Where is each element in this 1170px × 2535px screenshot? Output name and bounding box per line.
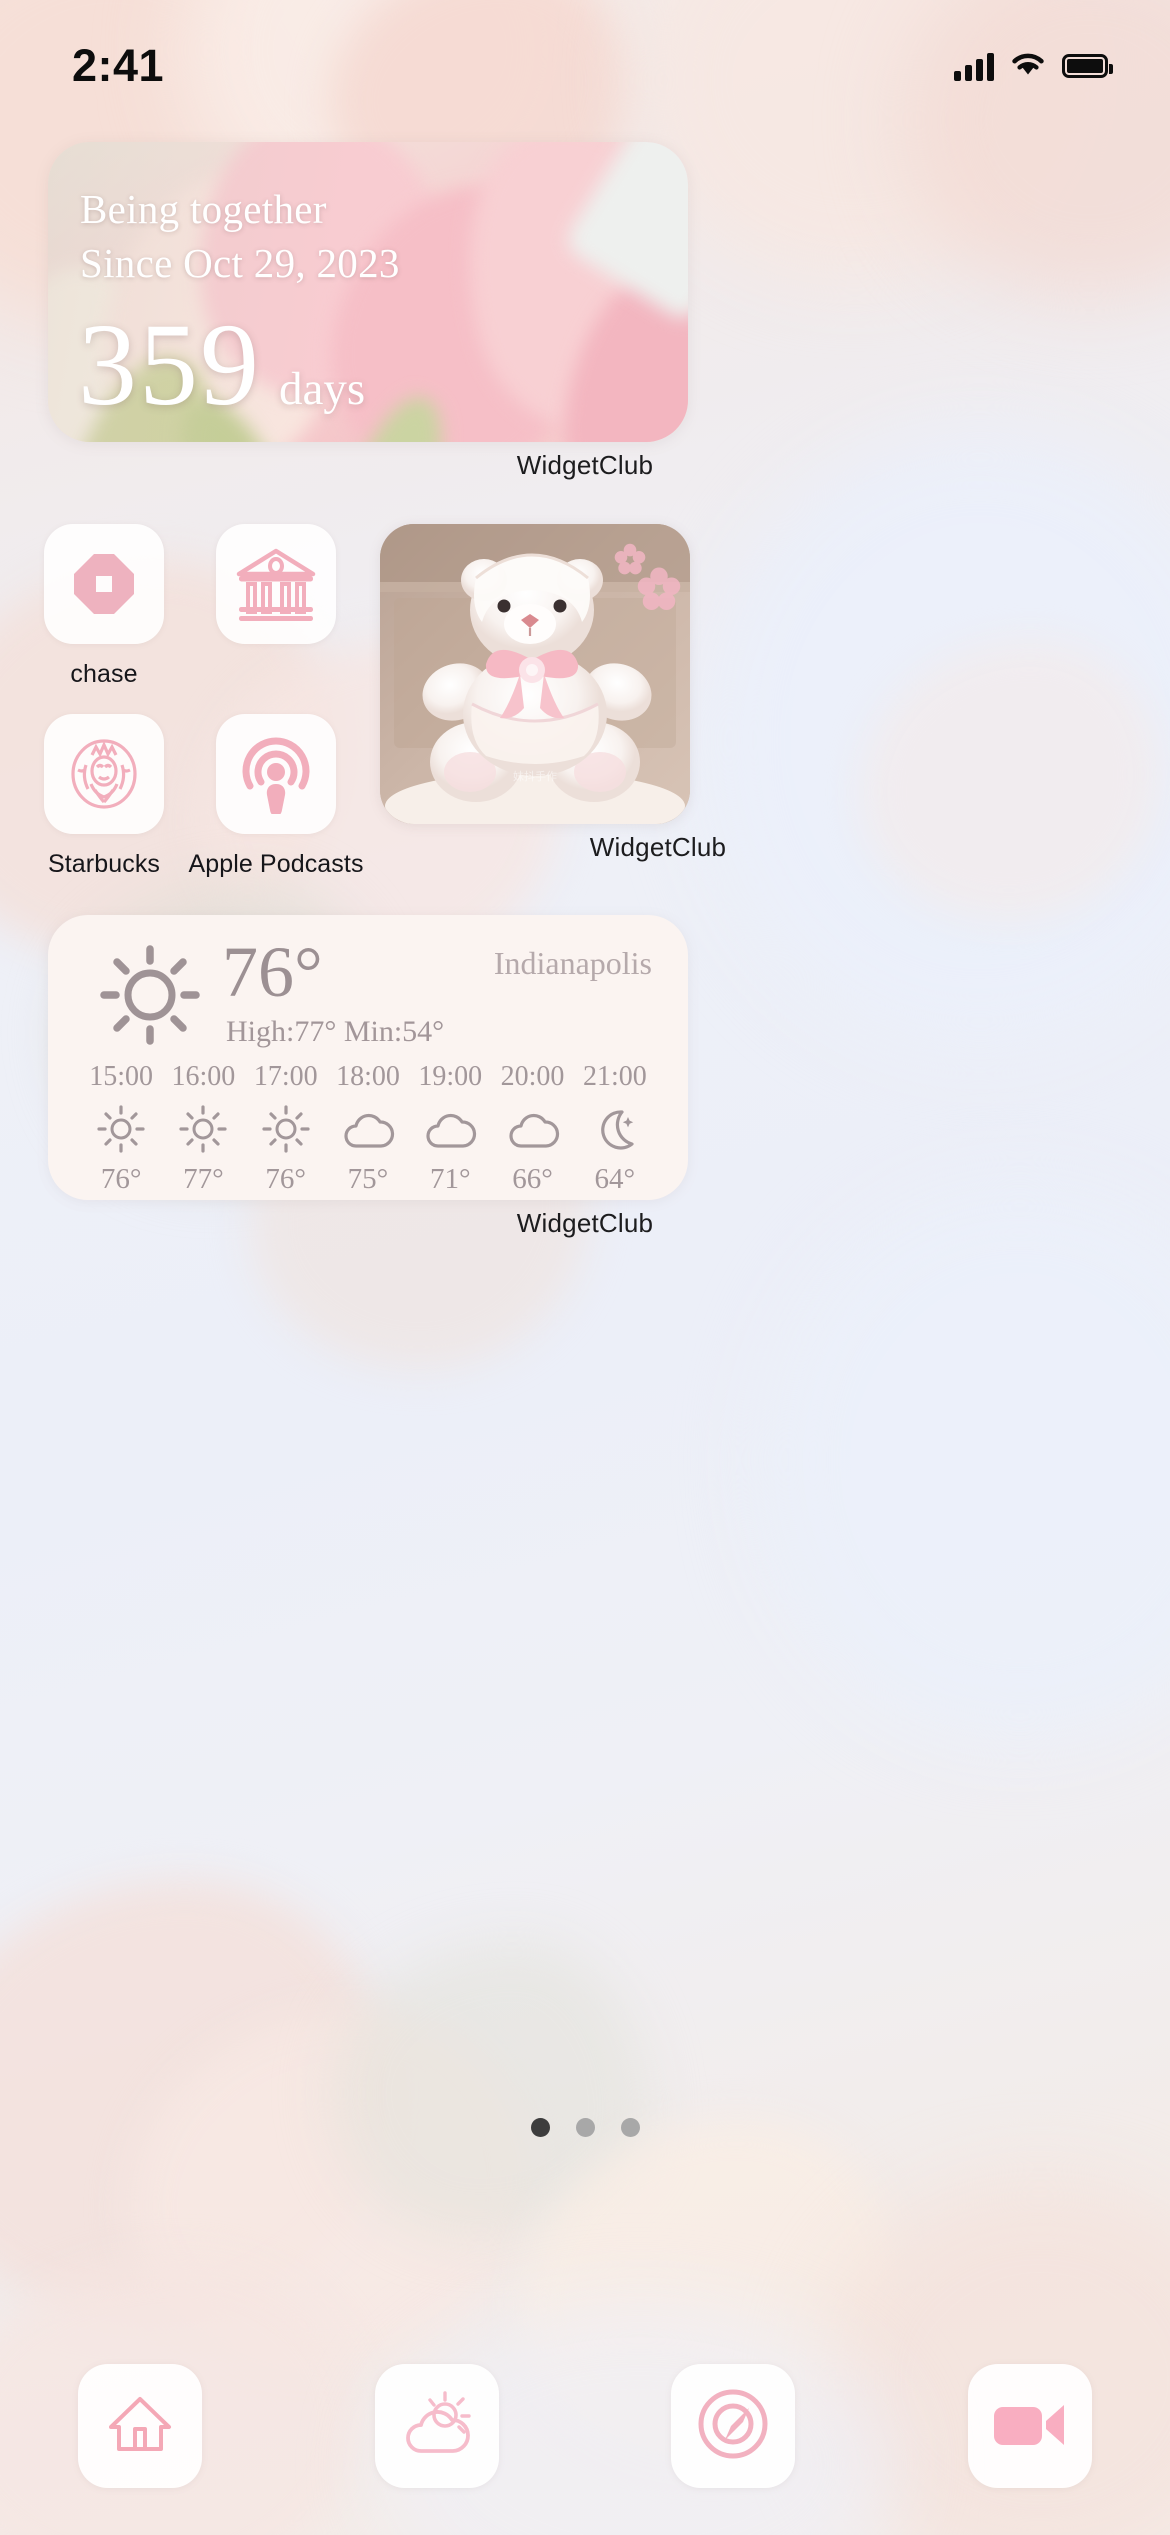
starbucks-siren-icon: [44, 714, 164, 834]
weather-city: Indianapolis: [493, 945, 652, 981]
countdown-title-line2: Since Oct 29, 2023: [80, 240, 400, 287]
dock-item-home[interactable]: [78, 2364, 202, 2488]
weather-widget-caption: WidgetClub: [516, 1208, 654, 1238]
page-dot-3[interactable]: [620, 2118, 640, 2137]
teddy-bear-photo: 妹抖手作: [380, 524, 690, 824]
podcasts-icon: [216, 714, 336, 834]
countdown-widget-caption: WidgetClub: [516, 450, 654, 480]
weather-high-low: High:77° Min:54°: [226, 1015, 445, 1048]
cloud-icon: [491, 1101, 573, 1157]
wifi-icon: [1010, 50, 1046, 83]
forecast-hour: 21:00 64°: [574, 1061, 656, 1196]
forecast-time: 18:00: [336, 1061, 400, 1092]
forecast-temp: 76°: [265, 1163, 306, 1195]
weather-current: 76° High:77° Min:54° Indianapolis: [74, 932, 662, 1052]
dock-item-weather[interactable]: [374, 2364, 499, 2488]
forecast-hour: 15:00 76°: [80, 1061, 162, 1196]
app-icon-bank[interactable]: [176, 524, 376, 660]
cloud-icon: [327, 1101, 409, 1157]
forecast-time: 21:00: [582, 1061, 647, 1092]
battery-full-icon: [1062, 54, 1113, 78]
home-screen: Being together Since Oct 29, 2023 359 da…: [0, 0, 1170, 2535]
page-indicator[interactable]: [0, 2118, 1170, 2137]
forecast-temp: 71°: [429, 1163, 471, 1195]
sun-icon: [80, 1101, 162, 1157]
forecast-time: 19:00: [418, 1061, 483, 1092]
compass-icon: [695, 2386, 771, 2467]
svg-text:妹抖手作: 妹抖手作: [513, 769, 557, 783]
forecast-hour: 17:00 76°: [245, 1061, 327, 1196]
forecast-hour: 20:00 66°: [491, 1061, 573, 1196]
bank-building-icon: [216, 524, 336, 644]
chase-octagon-icon: [44, 524, 164, 644]
sun-icon: [162, 1101, 244, 1157]
forecast-hour: 16:00 77°: [162, 1061, 244, 1196]
video-camera-icon: [992, 2397, 1068, 2456]
dock-item-safari[interactable]: [671, 2364, 796, 2488]
forecast-temp: 76°: [100, 1163, 142, 1195]
forecast-time: 17:00: [253, 1061, 318, 1092]
dock-item-facetime[interactable]: [967, 2364, 1092, 2488]
countdown-widget-title: Being together Since Oct 29, 2023: [80, 182, 400, 290]
weather-current-temp: 76°: [222, 932, 323, 1012]
page-dot-2[interactable]: [575, 2118, 595, 2137]
weather-hourly-forecast: 15:00 76° 16:00 77° 17:00 76° 18:00 75° …: [74, 1049, 662, 1196]
page-dot-1[interactable]: [530, 2118, 550, 2137]
weather-widget[interactable]: 76° High:77° Min:54° Indianapolis 15:00 …: [48, 915, 688, 1200]
moon-icon: [574, 1101, 656, 1157]
countdown-value: 359 days: [78, 306, 365, 424]
forecast-temp: 75°: [347, 1163, 389, 1195]
cloud-icon: [409, 1101, 491, 1157]
forecast-temp: 77°: [183, 1163, 224, 1195]
app-icon-chase[interactable]: chase: [4, 524, 204, 689]
sun-icon: [245, 1101, 327, 1157]
forecast-time: 20:00: [500, 1061, 565, 1092]
countdown-widget[interactable]: Being together Since Oct 29, 2023 359 da…: [48, 142, 688, 442]
sun-icon: [98, 943, 202, 1052]
forecast-time: 16:00: [171, 1061, 236, 1092]
signal-bars-icon: [954, 51, 994, 81]
status-bar: 2:41: [0, 0, 1170, 110]
forecast-temp: 64°: [594, 1163, 636, 1195]
forecast-temp: 66°: [512, 1163, 553, 1195]
countdown-number: 359: [78, 299, 261, 430]
status-bar-icons: [954, 50, 1113, 83]
photo-widget-caption: WidgetClub: [589, 832, 727, 862]
home-icon: [105, 2389, 175, 2464]
countdown-unit: days: [279, 363, 366, 415]
forecast-time: 15:00: [89, 1061, 154, 1092]
countdown-title-line1: Being together: [80, 186, 327, 232]
app-label-chase: chase: [70, 660, 138, 688]
forecast-hour: 19:00 71°: [409, 1061, 491, 1196]
status-bar-clock: 2:41: [72, 40, 165, 91]
forecast-hour: 18:00 75°: [327, 1061, 409, 1196]
sun-behind-cloud-icon: [401, 2389, 473, 2464]
photo-widget[interactable]: 妹抖手作: [380, 524, 690, 824]
